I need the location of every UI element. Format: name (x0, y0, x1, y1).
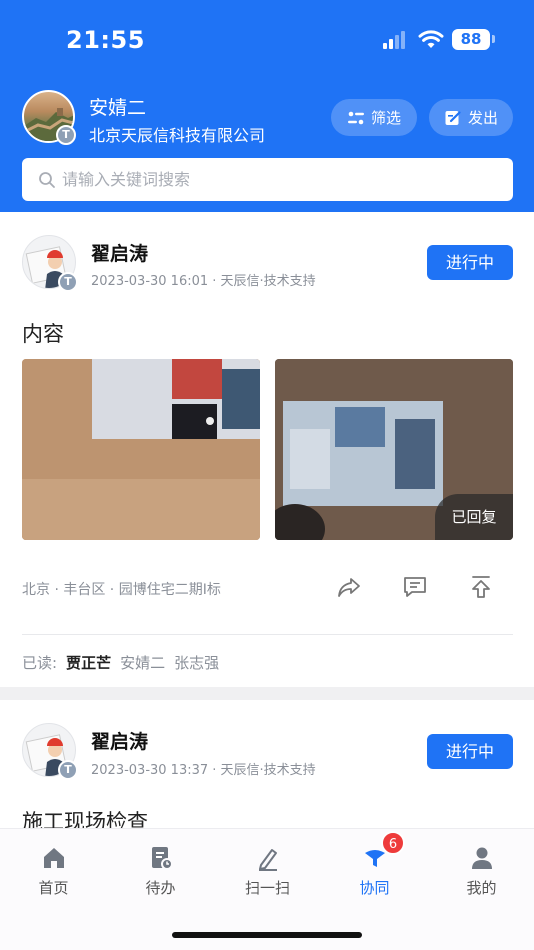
status-bar: 21:55 88 (0, 0, 534, 80)
filter-button[interactable]: 筛选 (331, 99, 417, 136)
tab-label: 我的 (466, 879, 497, 897)
post-card[interactable]: T 翟启涛 2023-03-30 16:01 · 天辰信·技术支持 进行中 内容… (0, 212, 534, 687)
user-company: 北京天辰信科技有限公司 (89, 126, 266, 145)
comment-icon[interactable] (401, 573, 429, 601)
tab-scan[interactable]: 扫一扫 (214, 829, 321, 909)
tab-label: 扫一扫 (244, 879, 290, 897)
tab-home[interactable]: 首页 (0, 829, 107, 909)
tab-label: 首页 (38, 879, 69, 897)
filter-icon (347, 111, 364, 124)
notification-badge: 6 (381, 831, 405, 855)
cellular-signal-icon (383, 31, 411, 49)
divider (22, 634, 513, 635)
search-input[interactable] (62, 170, 462, 189)
tab-label: 协同 (359, 879, 390, 897)
status-button[interactable]: 进行中 (427, 245, 513, 280)
search-bar[interactable] (22, 158, 513, 201)
reader-name: 贾正芒 (66, 654, 112, 672)
app-header: 21:55 88 T 安婧二 北京天辰信科技有限公司 筛选 发出 请输入关键词搜… (0, 0, 534, 212)
reader-name: 张志强 (174, 654, 220, 672)
todo-icon (152, 847, 173, 870)
post-meta: 2023-03-30 16:01 · 天辰信·技术支持 (91, 274, 316, 289)
battery-cap (492, 35, 495, 43)
post-location: 北京 · 丰台区 · 园博住宅二期I标 (22, 582, 221, 598)
post-photo[interactable]: 已回复 (275, 359, 513, 540)
search-icon (39, 171, 55, 188)
author-name: 翟启涛 (91, 731, 149, 753)
user-name: 安婧二 (89, 97, 147, 119)
profile-icon (472, 847, 492, 869)
scan-icon (259, 849, 277, 871)
read-label: 已读: (22, 654, 58, 672)
post-meta: 2023-03-30 13:37 · 天辰信·技术支持 (91, 763, 316, 778)
tab-profile[interactable]: 我的 (428, 829, 534, 909)
author-name: 翟启涛 (91, 243, 149, 265)
author-role-badge: T (58, 760, 78, 780)
edit-icon (445, 110, 461, 125)
wifi-icon (418, 30, 444, 48)
post-title: 内容 (22, 322, 64, 346)
read-receipts: 已读: 贾正芒 安婧二 张志强 (22, 652, 219, 673)
tab-todo[interactable]: 待办 (107, 829, 214, 909)
replied-tag: 已回复 (435, 494, 513, 540)
home-icon (44, 848, 64, 868)
tab-label: 待办 (145, 879, 176, 897)
user-role-badge: T (56, 125, 76, 145)
home-indicator (172, 932, 362, 938)
share-icon[interactable] (335, 573, 363, 601)
pin-top-icon[interactable] (467, 573, 495, 601)
author-role-badge: T (58, 272, 78, 292)
tab-collaborate[interactable]: 协同 (321, 829, 428, 909)
post-label: 发出 (467, 109, 498, 127)
status-time: 21:55 (66, 26, 145, 54)
video-wall-photo (22, 359, 260, 540)
status-button[interactable]: 进行中 (427, 734, 513, 769)
filter-label: 筛选 (370, 109, 401, 127)
reader-name: 安婧二 (120, 654, 166, 672)
post-photo[interactable] (22, 359, 260, 540)
post-button[interactable]: 发出 (429, 99, 513, 136)
battery-icon: 88 (452, 29, 490, 50)
